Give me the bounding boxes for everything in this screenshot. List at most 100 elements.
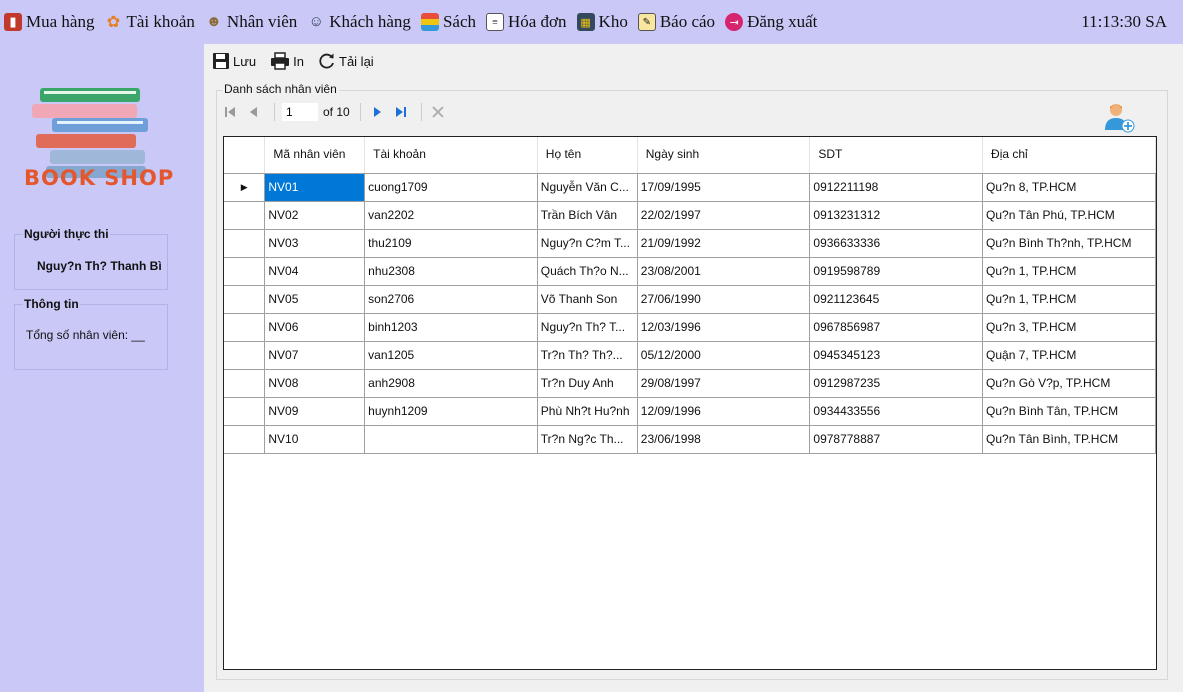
column-header[interactable]: SDT [809,137,984,174]
grid-cell[interactable]: van1205 [364,341,538,370]
table-row[interactable]: NV03 thu2109 Nguy?n C?m T... 21/09/1992 0936… [224,229,1156,258]
grid-cell[interactable]: Qu?n Gò V?p, TP.HCM [982,369,1156,398]
grid-cell[interactable]: 0934433556 [809,397,984,426]
move-next-button[interactable] [367,102,387,122]
row-header[interactable] [224,257,266,286]
menu-sach[interactable]: Sách [417,0,482,44]
grid-cell[interactable]: anh2908 [364,369,538,398]
grid-cell[interactable]: Qu?n 3, TP.HCM [982,313,1156,342]
table-row[interactable]: NV06 binh1203 Nguy?n Th? T... 12/03/1996 096… [224,313,1156,342]
grid-cell[interactable]: Nguy?n C?m T... [537,229,638,258]
grid-cell[interactable]: 0921123645 [809,285,984,314]
grid-cell[interactable]: 17/09/1995 [637,173,811,202]
row-header[interactable] [224,285,266,314]
table-row[interactable]: NV05 son2706 Võ Thanh Son 27/06/1990 0921123… [224,285,1156,314]
grid-cell[interactable]: 0936633336 [809,229,984,258]
print-button[interactable]: In [270,52,304,70]
grid-cell[interactable]: NV03 [264,229,366,258]
grid-cell[interactable]: 0913231312 [809,201,984,230]
row-header[interactable] [224,313,266,342]
column-header[interactable]: Mã nhân viên [264,137,366,174]
grid-cell[interactable]: NV08 [264,369,366,398]
column-header[interactable]: Tài khoản [364,137,538,174]
menu-kho[interactable]: ▦ Kho [573,0,634,44]
menu-mua-hang[interactable]: ▮ Mua hàng [0,0,100,44]
table-row[interactable]: NV09 huynh1209 Phù Nh?t Hu?nh 12/09/1996 093… [224,397,1156,426]
grid-cell[interactable]: Qu?n Tân Bình, TP.HCM [982,425,1156,454]
grid-cell[interactable]: 0978778887 [809,425,984,454]
grid-cell[interactable]: cuong1709 [364,173,538,202]
grid-cell[interactable]: 0967856987 [809,313,984,342]
row-header[interactable] [224,397,266,426]
table-row[interactable]: NV10 Tr?n Ng?c Th... 23/06/1998 0978778887 Q… [224,425,1156,454]
grid-cell[interactable]: NV06 [264,313,366,342]
menu-dang-xuat[interactable]: ⇥ Đăng xuất [721,0,823,44]
column-header[interactable]: Ngày sinh [637,137,811,174]
move-last-button[interactable] [391,102,411,122]
grid-cell[interactable]: Qu?n Bình Tân, TP.HCM [982,397,1156,426]
grid-cell[interactable]: 23/06/1998 [637,425,811,454]
position-input[interactable] [281,102,319,122]
row-header[interactable] [224,341,266,370]
grid-cell[interactable]: 0945345123 [809,341,984,370]
grid-cell[interactable]: 0919598789 [809,257,984,286]
grid-cell[interactable]: 29/08/1997 [637,369,811,398]
grid-cell[interactable]: 23/08/2001 [637,257,811,286]
grid-cell[interactable]: NV04 [264,257,366,286]
menu-tai-khoan[interactable]: ✿ Tài khoản [100,0,200,44]
grid-cell[interactable]: nhu2308 [364,257,538,286]
grid-cell[interactable]: Qu?n Tân Phú, TP.HCM [982,201,1156,230]
grid-cell[interactable]: Tr?n Ng?c Th... [537,425,638,454]
grid-cell[interactable]: Qu?n Bình Th?nh, TP.HCM [982,229,1156,258]
row-header[interactable]: ▶ [224,173,266,202]
column-header[interactable]: Địa chỉ [982,137,1156,174]
table-row[interactable]: ▶ NV01 cuong1709 Nguyễn Văn C... 17/09/1995 0… [224,173,1156,202]
grid-cell[interactable]: 22/02/1997 [637,201,811,230]
grid-cell[interactable]: 12/03/1996 [637,313,811,342]
table-row[interactable]: NV04 nhu2308 Quách Th?o N... 23/08/2001 0919… [224,257,1156,286]
grid-cell[interactable]: Qu?n 8, TP.HCM [982,173,1156,202]
table-row[interactable]: NV02 van2202 Trần Bích Vân 22/02/1997 091323… [224,201,1156,230]
row-header[interactable] [224,369,266,398]
column-header[interactable]: Họ tên [537,137,638,174]
grid-cell[interactable]: 21/09/1992 [637,229,811,258]
add-user-icon[interactable] [1102,100,1136,134]
grid-cell[interactable]: 0912211198 [809,173,984,202]
grid-cell[interactable]: Tr?n Th? Th?... [537,341,638,370]
grid-cell[interactable]: Quận 7, TP.HCM [982,341,1156,370]
grid-cell[interactable]: Quách Th?o N... [537,257,638,286]
grid-cell[interactable]: Trần Bích Vân [537,201,638,230]
grid-cell[interactable] [364,425,538,454]
grid-cell[interactable]: 12/09/1996 [637,397,811,426]
grid-cell[interactable]: NV09 [264,397,366,426]
grid-cell[interactable]: huynh1209 [364,397,538,426]
menu-hoa-don[interactable]: ≡ Hóa đơn [482,0,573,44]
staff-data-grid[interactable]: Mã nhân viên Tài khoản Họ tên Ngày sinh … [223,136,1157,670]
grid-cell[interactable]: Qu?n 1, TP.HCM [982,285,1156,314]
grid-cell[interactable]: 05/12/2000 [637,341,811,370]
table-row[interactable]: NV07 van1205 Tr?n Th? Th?... 05/12/2000 0945… [224,341,1156,370]
grid-cell[interactable]: Phù Nh?t Hu?nh [537,397,638,426]
grid-cell[interactable]: Tr?n Duy Anh [537,369,638,398]
row-header[interactable] [224,201,266,230]
menu-nhan-vien[interactable]: ☻ Nhân viên [201,0,303,44]
row-header[interactable] [224,229,266,258]
grid-cell[interactable]: NV01 [264,173,366,202]
table-row[interactable]: NV08 anh2908 Tr?n Duy Anh 29/08/1997 0912987… [224,369,1156,398]
grid-cell[interactable]: binh1203 [364,313,538,342]
grid-cell[interactable]: Nguyễn Văn C... [537,173,638,202]
move-first-button[interactable] [220,102,240,122]
grid-cell[interactable]: NV02 [264,201,366,230]
move-previous-button[interactable] [244,102,264,122]
grid-cell[interactable]: NV10 [264,425,366,454]
grid-cell[interactable]: thu2109 [364,229,538,258]
delete-button[interactable] [428,102,448,122]
reload-button[interactable]: Tải lại [318,52,374,70]
grid-cell[interactable]: Qu?n 1, TP.HCM [982,257,1156,286]
grid-cell[interactable]: NV05 [264,285,366,314]
grid-cell[interactable]: van2202 [364,201,538,230]
menu-bao-cao[interactable]: ✎ Báo cáo [634,0,721,44]
row-header[interactable] [224,425,266,454]
grid-cell[interactable]: son2706 [364,285,538,314]
save-button[interactable]: Lưu [212,52,256,70]
